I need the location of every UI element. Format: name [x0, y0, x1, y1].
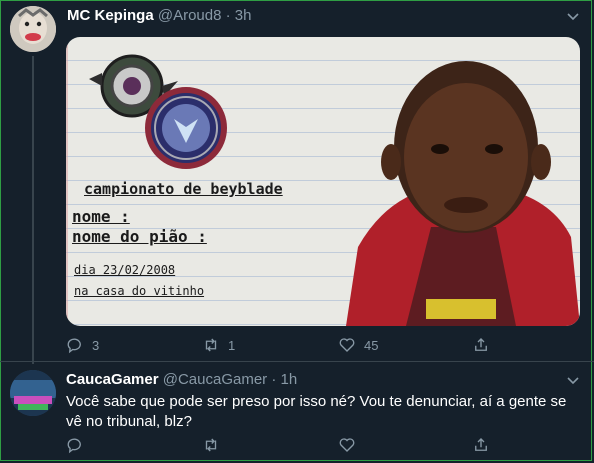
- tweet-actions: [66, 435, 576, 455]
- like-icon: [339, 438, 355, 452]
- tweet-image[interactable]: campionato de beyblade nome : nome do pi…: [66, 37, 580, 326]
- paper-margin: [66, 37, 68, 326]
- author-handle[interactable]: @Aroud8: [158, 7, 222, 24]
- reply-icon: [67, 338, 81, 354]
- tweet-actions: 3 1 45: [66, 335, 576, 355]
- sheet-title: campionato de beyblade: [84, 180, 283, 198]
- retweet-icon: [205, 338, 217, 352]
- tweet-divider: [0, 361, 594, 362]
- sheet-top-name-field: nome do pião :: [72, 227, 207, 246]
- separator-dot: ·: [225, 7, 231, 24]
- tweet-time[interactable]: 3h: [235, 7, 252, 24]
- separator-dot: ·: [271, 371, 277, 388]
- reply-button[interactable]: [66, 435, 84, 455]
- sheet-date: dia 23/02/2008: [74, 263, 176, 277]
- tweet-time[interactable]: 1h: [281, 371, 298, 388]
- chevron-down-icon[interactable]: [566, 9, 580, 23]
- author-name[interactable]: CaucaGamer: [66, 371, 159, 388]
- like-button[interactable]: 45: [338, 335, 378, 355]
- author-handle[interactable]: @CaucaGamer: [163, 371, 267, 388]
- beyblade-wolf-icon: [145, 87, 227, 169]
- share-button[interactable]: [472, 335, 490, 355]
- reply-count: 3: [92, 337, 100, 353]
- share-icon: [475, 338, 487, 351]
- thread-line: [32, 56, 34, 364]
- tweet-text: Você sabe que pode ser preso por isso né…: [66, 393, 567, 430]
- avatar[interactable]: [10, 370, 56, 416]
- reply-button[interactable]: 3: [66, 335, 99, 355]
- like-button[interactable]: [338, 435, 356, 455]
- retweet-button[interactable]: [202, 435, 220, 455]
- chevron-down-icon[interactable]: [566, 373, 580, 387]
- share-icon: [475, 438, 487, 451]
- child-photo: [346, 61, 580, 326]
- sheet-place: na casa do vitinho: [74, 284, 205, 298]
- like-count: 45: [364, 337, 379, 353]
- retweet-button[interactable]: 1: [202, 335, 235, 355]
- reply-icon: [67, 438, 81, 454]
- like-icon: [339, 338, 355, 352]
- tweet-header: MC Kepinga @Aroud8 · 3h: [67, 6, 251, 26]
- retweet-count: 1: [228, 337, 236, 353]
- retweet-icon: [205, 438, 217, 452]
- sheet-name-field: nome :: [72, 207, 130, 226]
- avatar[interactable]: [10, 6, 56, 52]
- share-button[interactable]: [472, 435, 490, 455]
- tweet-header: CaucaGamer @CaucaGamer · 1h: [66, 370, 297, 390]
- author-name[interactable]: MC Kepinga: [67, 7, 154, 24]
